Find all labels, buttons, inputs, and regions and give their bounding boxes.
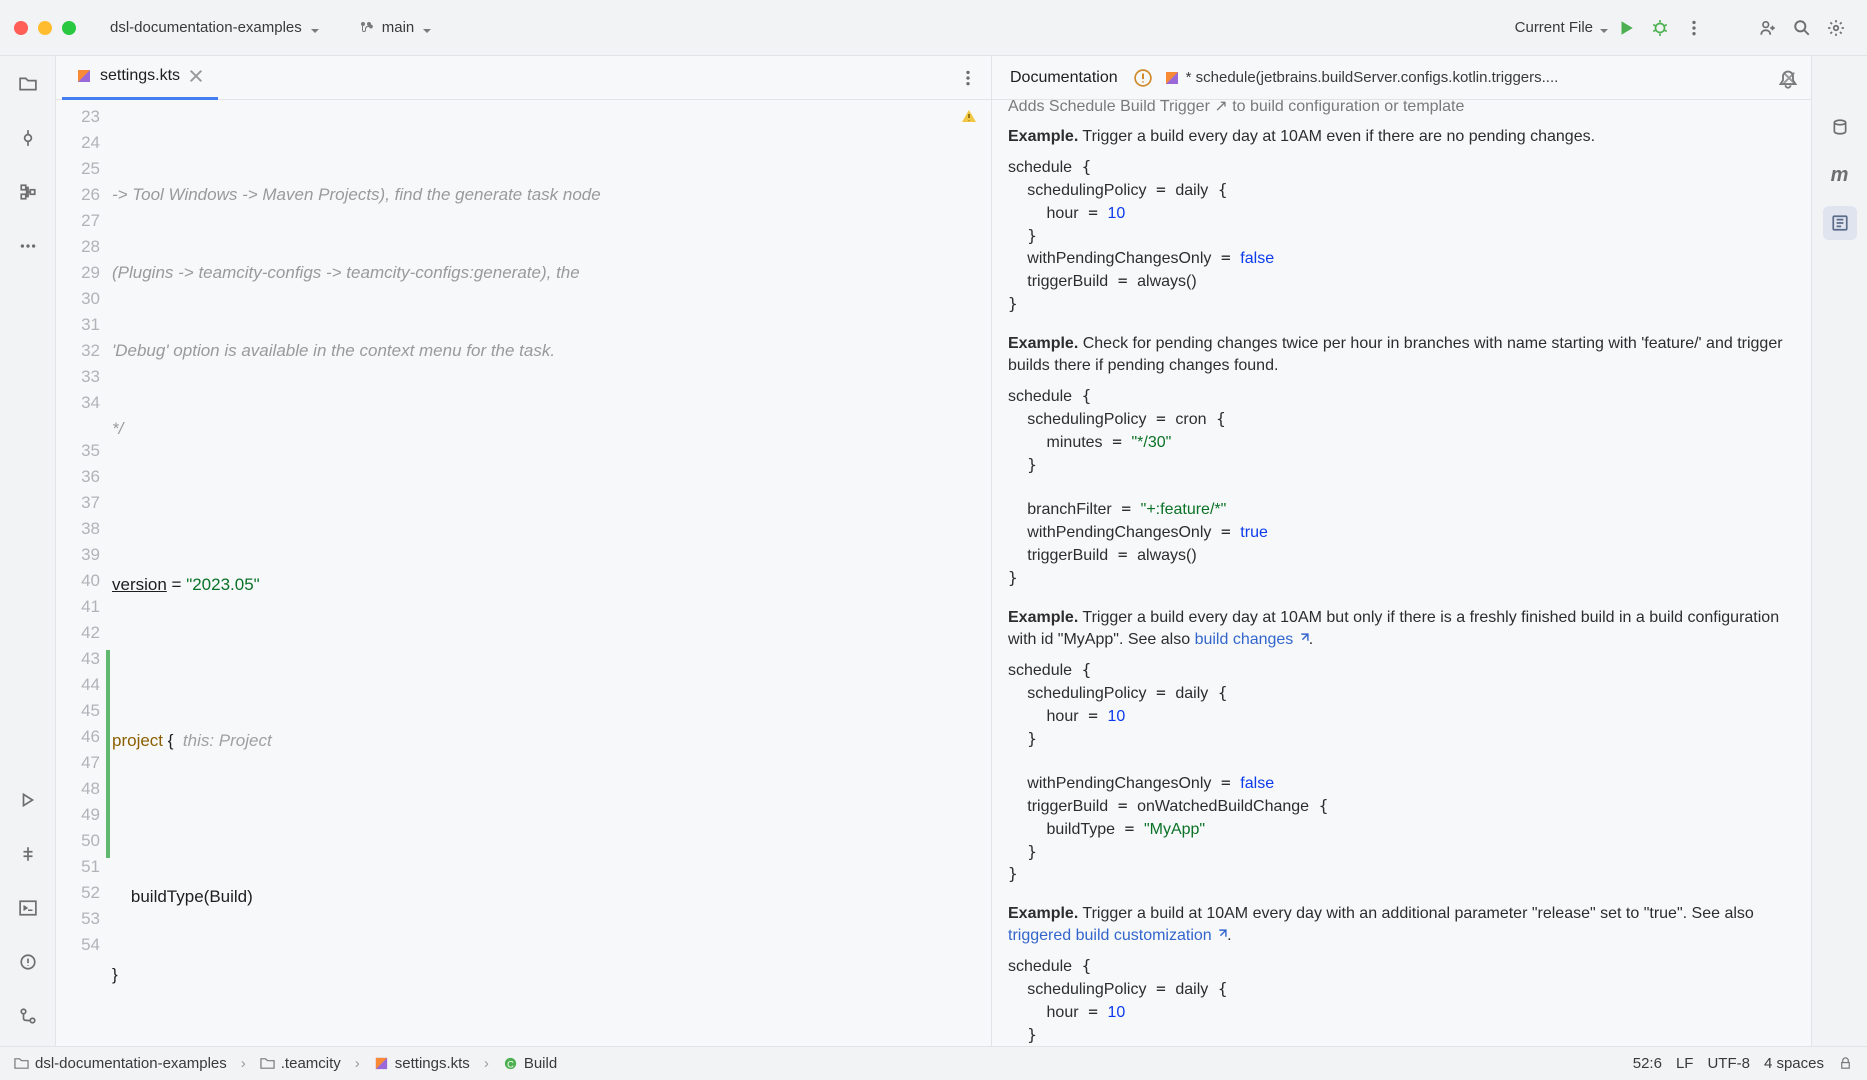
line-separator[interactable]: LF xyxy=(1676,1055,1694,1072)
branch-name: main xyxy=(382,19,415,36)
breadcrumb-build[interactable]: C Build xyxy=(503,1055,557,1072)
right-rail: m xyxy=(1811,56,1867,1046)
ex3: Example. Trigger a build every day at 10… xyxy=(1008,607,1795,651)
folder-icon xyxy=(260,1056,275,1071)
breadcrumb-root[interactable]: dsl-documentation-examples xyxy=(14,1055,227,1072)
project-tool-button[interactable] xyxy=(8,64,48,104)
code-ex2: schedule { schedulingPolicy = cron { min… xyxy=(1008,385,1795,589)
chevron-down-icon xyxy=(310,23,320,33)
close-window-button[interactable] xyxy=(14,21,28,35)
notifications-button[interactable] xyxy=(1769,60,1807,98)
folder-icon xyxy=(14,1056,29,1071)
tab-more-button[interactable] xyxy=(951,61,985,95)
doc-top-cut: Adds Schedule Build Trigger ↗ to build c… xyxy=(1008,100,1795,118)
svg-text:C: C xyxy=(507,1059,514,1069)
run-config-label: Current File xyxy=(1515,19,1593,36)
chevron-down-icon xyxy=(1599,23,1609,33)
debug-button[interactable] xyxy=(1643,11,1677,45)
kts-file-icon xyxy=(374,1056,389,1071)
tab-label: settings.kts xyxy=(100,67,180,85)
code-ex3: schedule { schedulingPolicy = daily { ho… xyxy=(1008,659,1795,885)
editor-tabs: settings.kts xyxy=(56,56,991,100)
traffic-lights xyxy=(14,21,76,35)
search-button[interactable] xyxy=(1785,11,1819,45)
doc-body[interactable]: Adds Schedule Build Trigger ↗ to build c… xyxy=(992,100,1811,1046)
run-button[interactable] xyxy=(1609,11,1643,45)
more-actions-button[interactable] xyxy=(1677,11,1711,45)
database-tool-button[interactable] xyxy=(1823,110,1857,144)
code-area[interactable]: 232425262728293031323334 353637383940414… xyxy=(56,100,991,1046)
tab-settings-kts[interactable]: settings.kts xyxy=(62,56,218,100)
code-ex4: schedule { schedulingPolicy = daily { ho… xyxy=(1008,955,1795,1046)
documentation-panel: Documentation * schedule(jetbrains.build… xyxy=(991,56,1811,1046)
ex4: Example. Trigger a build at 10AM every d… xyxy=(1008,903,1795,947)
vcs-tool-button[interactable] xyxy=(8,996,48,1036)
code-with-me-button[interactable] xyxy=(1751,11,1785,45)
status-bar: dsl-documentation-examples › .teamcity ›… xyxy=(0,1046,1867,1080)
more-tools-button[interactable] xyxy=(8,226,48,266)
encoding[interactable]: UTF-8 xyxy=(1707,1055,1750,1072)
code-ex1: schedule { schedulingPolicy = daily { ho… xyxy=(1008,156,1795,315)
project-selector[interactable]: dsl-documentation-examples xyxy=(98,15,332,40)
doc-crumb-text: * schedule(jetbrains.buildServer.configs… xyxy=(1186,69,1775,86)
structure-tool-button[interactable] xyxy=(8,172,48,212)
problems-tool-button[interactable] xyxy=(8,942,48,982)
doc-tab-title[interactable]: Documentation xyxy=(1006,56,1122,100)
branch-selector[interactable]: main xyxy=(346,15,445,40)
class-icon: C xyxy=(503,1056,518,1071)
external-link-icon xyxy=(1298,633,1309,644)
gutter: 232425262728293031323334 353637383940414… xyxy=(56,100,112,1046)
warning-icon xyxy=(1134,69,1152,87)
link-triggered-build-customization[interactable]: triggered build customization xyxy=(1008,927,1227,944)
ex1: Example. Trigger a build every day at 10… xyxy=(1008,126,1795,148)
code-text[interactable]: -> Tool Windows -> Maven Projects), find… xyxy=(112,100,991,1046)
commit-tool-button[interactable] xyxy=(8,118,48,158)
maven-tool-button[interactable]: m xyxy=(1823,158,1857,192)
close-icon[interactable] xyxy=(188,68,204,84)
minimize-window-button[interactable] xyxy=(38,21,52,35)
indent[interactable]: 4 spaces xyxy=(1764,1055,1824,1072)
build-tool-button[interactable] xyxy=(8,834,48,874)
editor: settings.kts 232425262728293031323334 35… xyxy=(56,56,991,1046)
readonly-icon[interactable] xyxy=(1838,1056,1853,1071)
link-build-changes[interactable]: build changes xyxy=(1195,631,1309,648)
cursor-position[interactable]: 52:6 xyxy=(1633,1055,1662,1072)
branch-icon xyxy=(358,20,374,36)
services-tool-button[interactable] xyxy=(8,780,48,820)
doc-tabs: Documentation * schedule(jetbrains.build… xyxy=(992,56,1811,100)
kts-file-icon xyxy=(1164,70,1180,86)
terminal-tool-button[interactable] xyxy=(8,888,48,928)
titlebar: dsl-documentation-examples main Current … xyxy=(0,0,1867,56)
external-link-icon xyxy=(1216,929,1227,940)
settings-button[interactable] xyxy=(1819,11,1853,45)
ex2: Example. Check for pending changes twice… xyxy=(1008,333,1795,377)
left-rail xyxy=(0,56,56,1046)
maximize-window-button[interactable] xyxy=(62,21,76,35)
kts-file-icon xyxy=(76,68,92,84)
run-config-selector[interactable]: Current File xyxy=(1515,19,1609,36)
chevron-down-icon xyxy=(422,23,432,33)
doc-breadcrumb[interactable]: * schedule(jetbrains.buildServer.configs… xyxy=(1164,69,1797,86)
breadcrumb-settings[interactable]: settings.kts xyxy=(374,1055,470,1072)
project-name: dsl-documentation-examples xyxy=(110,19,302,36)
documentation-tool-button[interactable] xyxy=(1823,206,1857,240)
breadcrumb-teamcity[interactable]: .teamcity xyxy=(260,1055,341,1072)
